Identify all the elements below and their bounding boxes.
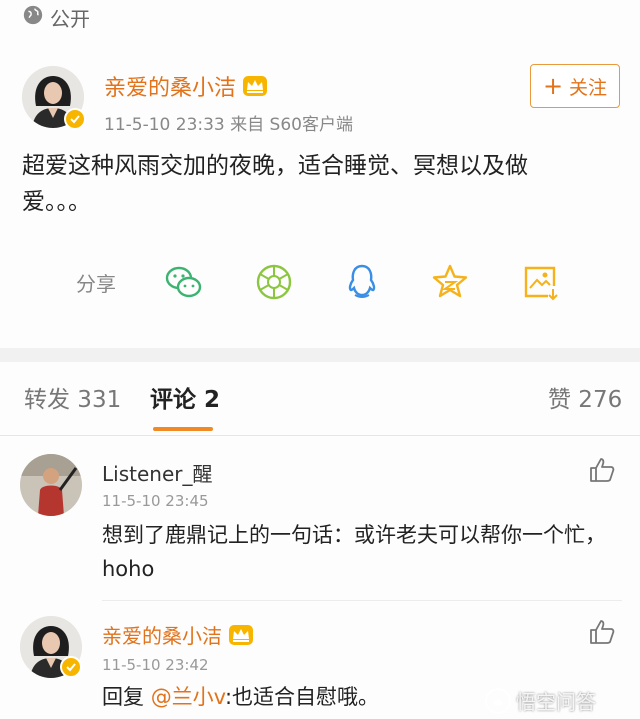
watermark-text: 悟空问答 bbox=[516, 690, 596, 714]
tab-repost[interactable]: 转发 331 bbox=[24, 380, 121, 414]
comment-time: 11-5-10 23:45 bbox=[102, 492, 209, 510]
save-image-icon[interactable] bbox=[520, 262, 560, 302]
post-meta: 11-5-10 23:33 来自 S60客户端 bbox=[104, 115, 353, 135]
reply-text: :也适合自慰哦。 bbox=[224, 685, 380, 709]
interaction-tabs: 转发 331 评论 2 赞 276 bbox=[0, 380, 640, 424]
moments-icon[interactable] bbox=[254, 262, 294, 302]
share-label: 分享 bbox=[76, 272, 116, 296]
verified-badge-icon bbox=[60, 656, 82, 678]
comment-author[interactable]: 亲爱的桑小洁 bbox=[102, 620, 254, 649]
thumbs-up-icon[interactable] bbox=[588, 618, 616, 646]
wechat-icon[interactable] bbox=[164, 262, 204, 302]
plus-icon: + bbox=[542, 72, 564, 100]
tab-comment[interactable]: 评论 2 bbox=[150, 380, 220, 414]
comment-author-name[interactable]: 亲爱的桑小洁 bbox=[102, 620, 222, 649]
watermark-logo-icon bbox=[485, 687, 511, 714]
follow-label: 关注 bbox=[569, 76, 608, 99]
visibility-indicator: 公开 bbox=[22, 4, 90, 31]
follow-button[interactable]: + 关注 bbox=[530, 64, 620, 108]
tabs-divider bbox=[0, 435, 640, 436]
comment-divider bbox=[102, 600, 622, 601]
tab-active-indicator bbox=[153, 427, 213, 431]
watermark: 悟空问答 bbox=[484, 686, 596, 715]
qzone-icon[interactable] bbox=[430, 262, 470, 302]
post-text: 超爱这种风雨交加的夜晚，适合睡觉、冥想以及做爱。。。 bbox=[22, 153, 528, 215]
mention-link[interactable]: @兰小v bbox=[151, 685, 225, 709]
comment-text: 想到了鹿鼎记上的一句话：或许老夫可以帮你一个忙，hoho bbox=[102, 523, 606, 581]
commenter-avatar[interactable] bbox=[20, 454, 82, 516]
thumbs-up-icon[interactable] bbox=[588, 456, 616, 484]
crown-icon bbox=[229, 624, 253, 645]
post-card: 公开 亲爱的桑小洁 11-5-10 23:33 来自 S60客户端 + 关注 超… bbox=[0, 0, 640, 348]
comment-author[interactable]: Listener_醒 bbox=[102, 458, 212, 487]
verified-badge-icon bbox=[64, 108, 86, 130]
comment-time: 11-5-10 23:42 bbox=[102, 656, 209, 674]
author-name[interactable]: 亲爱的桑小洁 bbox=[104, 70, 236, 102]
globe-icon bbox=[22, 4, 44, 31]
crown-icon bbox=[243, 76, 268, 96]
tab-like[interactable]: 赞 276 bbox=[548, 380, 622, 414]
qq-icon[interactable] bbox=[342, 262, 382, 302]
post-author[interactable]: 亲爱的桑小洁 bbox=[104, 70, 268, 102]
visibility-label: 公开 bbox=[50, 6, 90, 31]
reply-prefix: 回复 bbox=[102, 685, 151, 709]
